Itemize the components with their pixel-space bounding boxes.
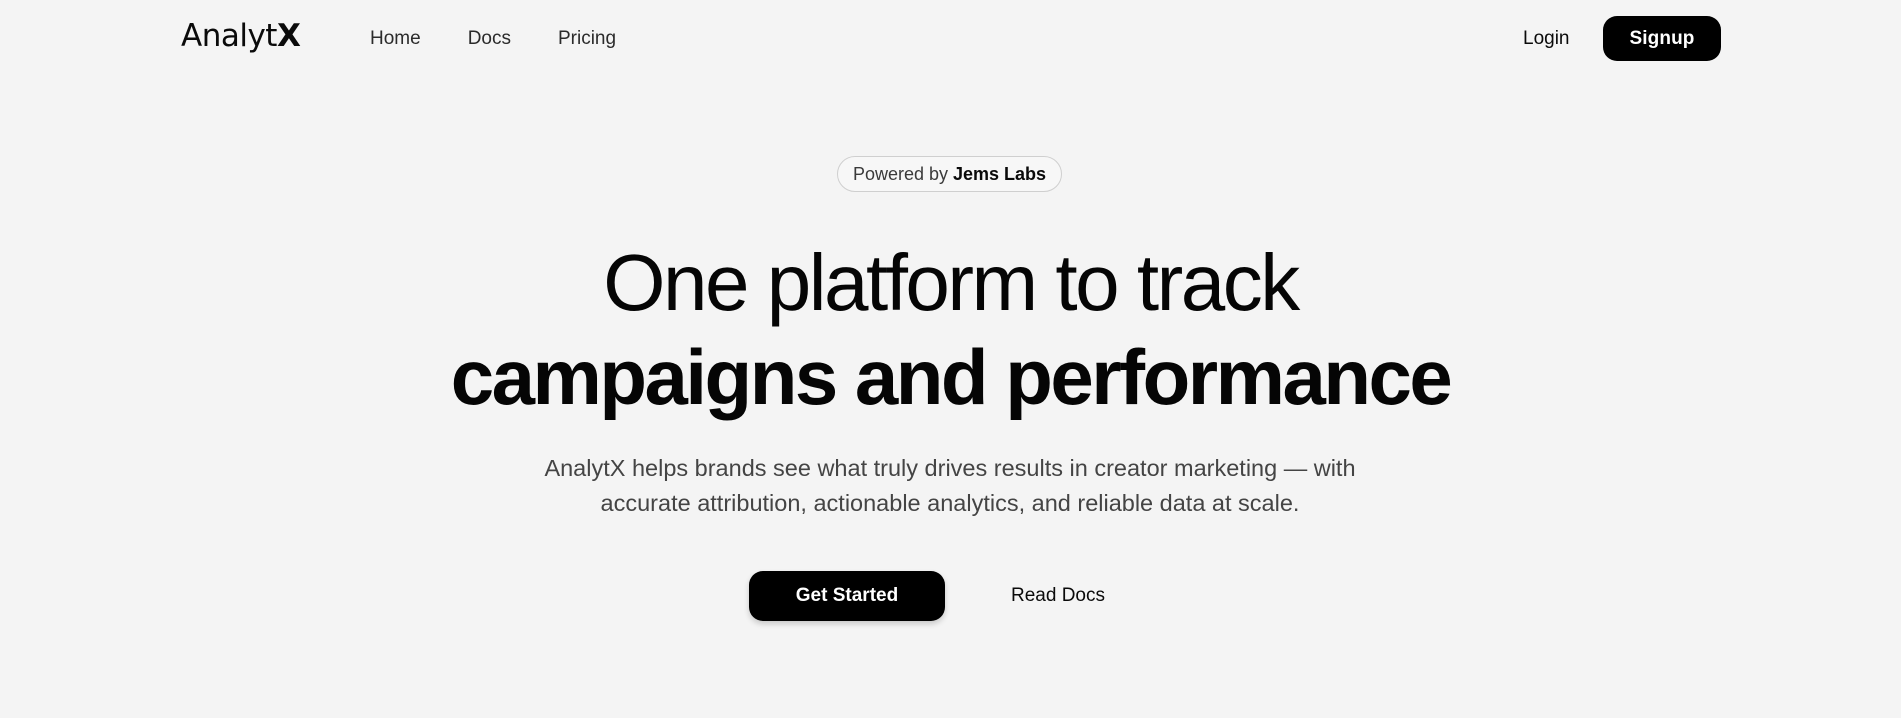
nav-link-pricing[interactable]: Pricing <box>558 27 616 51</box>
headline-line-2: campaigns and performance <box>450 333 1453 421</box>
nav-link-docs[interactable]: Docs <box>468 27 511 51</box>
hero-description: AnalytX helps brands see what truly driv… <box>500 451 1400 521</box>
headline-line-1: One platform to track <box>603 238 1300 327</box>
powered-by-badge: Powered by Jems Labs <box>837 156 1062 192</box>
hero-headline: One platform to track campaigns and perf… <box>0 236 1901 424</box>
primary-nav: Home Docs Pricing <box>370 27 663 51</box>
signup-button[interactable]: Signup <box>1603 16 1721 61</box>
description-line-2: accurate attribution, actionable analyti… <box>600 490 1300 516</box>
get-started-button[interactable]: Get Started <box>749 571 945 621</box>
description-line-1: AnalytX helps brands see what truly driv… <box>544 455 1356 481</box>
top-navbar: AnalytX Home Docs Pricing Login Signup <box>0 0 1901 76</box>
read-docs-button[interactable]: Read Docs <box>985 571 1131 621</box>
badge-brand-name: Jems Labs <box>953 163 1047 184</box>
login-link[interactable]: Login <box>1523 27 1570 51</box>
nav-link-home[interactable]: Home <box>370 27 421 51</box>
logo-text-accent: X <box>276 18 301 54</box>
analytx-logo[interactable]: AnalytX <box>181 18 301 54</box>
badge-prefix: Powered by <box>852 163 948 184</box>
logo-text-main: Analyt <box>181 18 277 54</box>
